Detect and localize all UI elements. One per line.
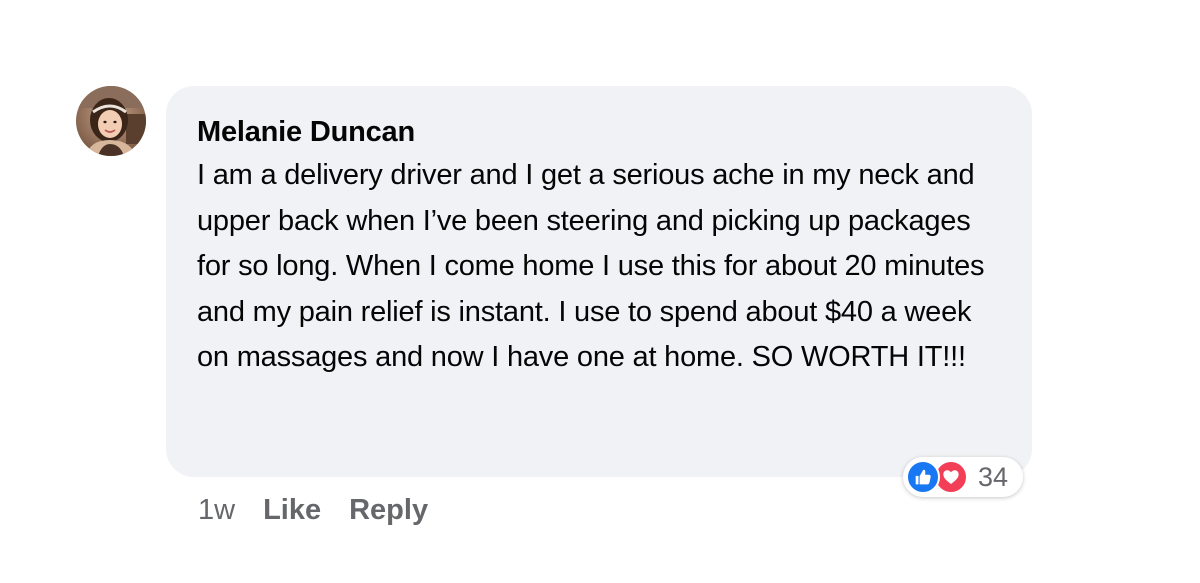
avatar[interactable] — [76, 86, 146, 156]
comment-text: I am a delivery driver and I get a serio… — [197, 159, 985, 373]
like-button[interactable]: Like — [263, 494, 321, 527]
avatar-photo — [76, 86, 146, 156]
reaction-count: 34 — [978, 462, 1009, 492]
comment-timestamp[interactable]: 1w — [198, 494, 235, 527]
like-icon — [906, 460, 940, 494]
comment-author[interactable]: Melanie Duncan — [197, 114, 1002, 150]
comment: Melanie Duncan I am a delivery driver an… — [0, 0, 1200, 583]
reactions-summary[interactable]: 34 — [903, 457, 1023, 497]
comment-bubble: Melanie Duncan I am a delivery driver an… — [166, 86, 1032, 477]
reply-button[interactable]: Reply — [349, 494, 428, 527]
comment-actions: 1w Like Reply — [198, 490, 456, 530]
